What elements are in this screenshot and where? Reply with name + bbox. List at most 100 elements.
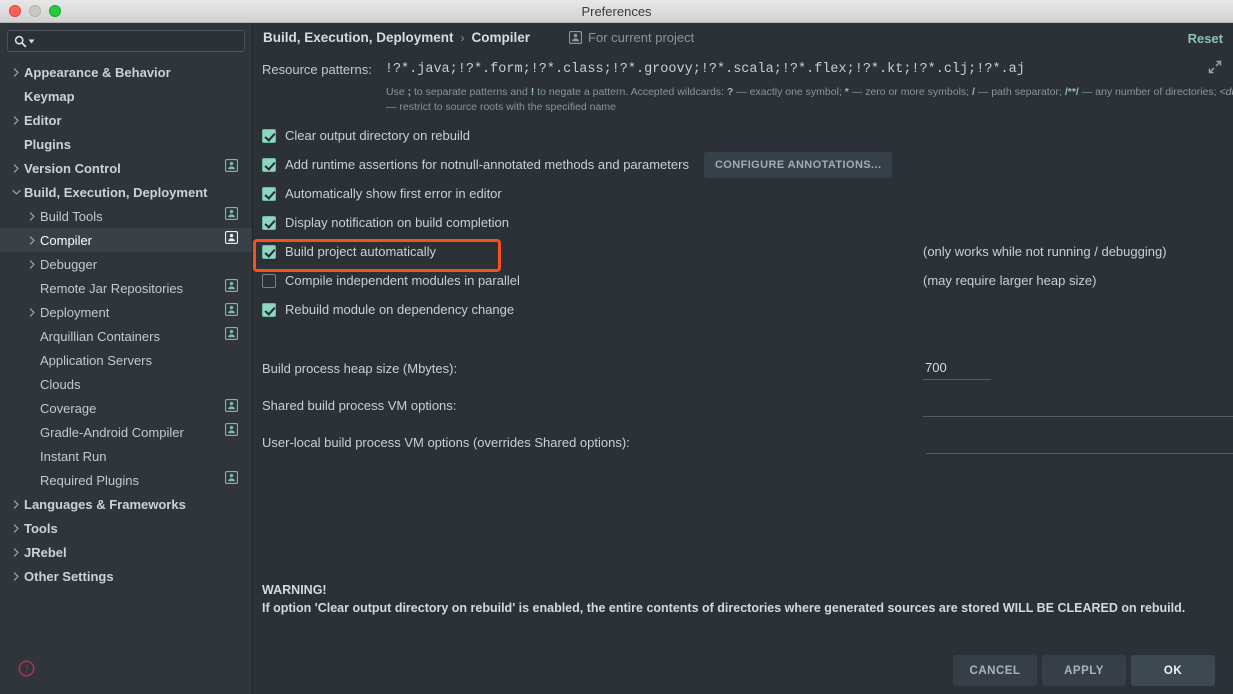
chevron-right-icon[interactable]	[8, 500, 24, 509]
option-label[interactable]: Build project automatically	[285, 244, 436, 259]
breadcrumb-root[interactable]: Build, Execution, Deployment	[263, 30, 454, 45]
chevron-right-icon[interactable]	[24, 236, 40, 245]
sidebar-item-keymap[interactable]: Keymap	[0, 84, 252, 108]
sidebar-item-label: Required Plugins	[40, 473, 139, 488]
hint-dirname-pattern: <dir_name>:<pattern>	[1219, 86, 1233, 98]
project-badge-icon	[225, 159, 238, 177]
sidebar-item-arquillian-containers[interactable]: Arquillian Containers	[0, 324, 252, 348]
hint-seg-3: to negate a pattern. Accepted wildcards:	[534, 86, 727, 98]
option-note: (only works while not running / debuggin…	[923, 244, 1167, 259]
warning-block: WARNING! If option 'Clear output directo…	[262, 581, 1227, 617]
sidebar-item-compiler[interactable]: Compiler	[0, 228, 252, 252]
field-input-user-local-build-process[interactable]	[926, 433, 1233, 450]
settings-tree: Appearance & Behavior Keymap Editor Plugins…	[0, 60, 252, 588]
hint-seg-4: — exactly one symbol;	[733, 86, 844, 98]
sidebar-item-required-plugins[interactable]: Required Plugins	[0, 468, 252, 492]
sidebar-item-plugins[interactable]: Plugins	[0, 132, 252, 156]
option-label[interactable]: Display notification on build completion	[285, 215, 509, 230]
checkbox-display-notification-on-build[interactable]	[262, 216, 276, 230]
sidebar-item-other-settings[interactable]: Other Settings	[0, 564, 252, 588]
sidebar-item-label: Instant Run	[40, 449, 107, 464]
help-circle-icon[interactable]: ?	[18, 660, 35, 682]
cancel-button[interactable]: CANCEL	[953, 655, 1037, 686]
resource-patterns-input[interactable]	[383, 61, 1199, 78]
search-input[interactable]	[39, 33, 238, 49]
sidebar-item-tools[interactable]: Tools	[0, 516, 252, 540]
chevron-right-icon[interactable]	[8, 524, 24, 533]
configure-annotations-button[interactable]: CONFIGURE ANNOTATIONS...	[704, 152, 892, 178]
chevron-down-icon[interactable]	[8, 189, 24, 196]
project-badge-icon	[225, 327, 238, 345]
sidebar-item-label: Deployment	[40, 305, 109, 320]
option-label[interactable]: Rebuild module on dependency change	[285, 302, 514, 317]
sidebar-item-deployment[interactable]: Deployment	[0, 300, 252, 324]
reset-link[interactable]: Reset	[1188, 31, 1223, 46]
hint-double-star: /**/	[1065, 86, 1079, 98]
sidebar-item-jrebel[interactable]: JRebel	[0, 540, 252, 564]
sidebar-item-build-execution-deployment[interactable]: Build, Execution, Deployment	[0, 180, 252, 204]
option-label[interactable]: Clear output directory on rebuild	[285, 128, 470, 143]
field-label: User-local build process VM options (ove…	[262, 435, 630, 450]
sidebar-item-build-tools[interactable]: Build Tools	[0, 204, 252, 228]
project-badge-icon	[569, 31, 582, 44]
hint-seg-5: — zero or more symbols;	[849, 86, 972, 98]
hint-seg-6: — path separator;	[975, 86, 1065, 98]
sidebar-item-version-control[interactable]: Version Control	[0, 156, 252, 180]
sidebar-item-editor[interactable]: Editor	[0, 108, 252, 132]
settings-sidebar: Appearance & Behavior Keymap Editor Plugins…	[0, 23, 253, 694]
sidebar-item-label: Coverage	[40, 401, 96, 416]
resource-patterns-label: Resource patterns:	[262, 62, 372, 77]
settings-main-panel: Build, Execution, Deployment › Compiler …	[253, 23, 1233, 694]
chevron-right-icon[interactable]	[8, 164, 24, 173]
field-input-shared-build-process-vm[interactable]	[923, 396, 1233, 413]
svg-text:?: ?	[24, 664, 29, 675]
sidebar-item-label: Gradle-Android Compiler	[40, 425, 184, 440]
chevron-right-icon[interactable]	[8, 68, 24, 77]
hint-seg-9: — restrict to source roots with the spec…	[386, 101, 616, 113]
project-badge-icon	[225, 303, 238, 321]
chevron-right-icon[interactable]	[8, 116, 24, 125]
sidebar-item-clouds[interactable]: Clouds	[0, 372, 252, 396]
search-box[interactable]	[7, 30, 245, 52]
sidebar-item-label: Arquillian Containers	[40, 329, 160, 344]
sidebar-item-label: Compiler	[40, 233, 92, 248]
chevron-right-icon[interactable]	[8, 572, 24, 581]
apply-button[interactable]: APPLY	[1042, 655, 1126, 686]
warning-body: If option 'Clear output directory on reb…	[262, 599, 1227, 617]
project-badge-icon	[225, 471, 238, 489]
checkbox-add-runtime-assertions-for[interactable]	[262, 158, 276, 172]
warning-title: WARNING!	[262, 581, 1227, 599]
option-label[interactable]: Automatically show first error in editor	[285, 186, 502, 201]
sidebar-item-label: Editor	[24, 113, 62, 128]
field-input-build-process-heap-size[interactable]	[923, 359, 991, 376]
sidebar-item-instant-run[interactable]: Instant Run	[0, 444, 252, 468]
sidebar-item-remote-jar-repositories[interactable]: Remote Jar Repositories	[0, 276, 252, 300]
sidebar-item-languages-frameworks[interactable]: Languages & Frameworks	[0, 492, 252, 516]
checkbox-compile-independent-modules-in[interactable]	[262, 274, 276, 288]
checkbox-clear-output-directory-on[interactable]	[262, 129, 276, 143]
option-label[interactable]: Compile independent modules in parallel	[285, 273, 520, 288]
chevron-right-icon[interactable]	[8, 548, 24, 557]
sidebar-item-coverage[interactable]: Coverage	[0, 396, 252, 420]
option-row-display-notification-on-build: Display notification on build completion	[262, 208, 1233, 237]
chevron-right-icon[interactable]	[24, 308, 40, 317]
chevron-right-icon[interactable]	[24, 260, 40, 269]
project-scope-label: For current project	[588, 30, 694, 45]
sidebar-item-debugger[interactable]: Debugger	[0, 252, 252, 276]
option-label[interactable]: Add runtime assertions for notnull-annot…	[285, 157, 689, 172]
hint-seg-1: Use	[386, 86, 408, 98]
expand-icon[interactable]	[1207, 59, 1223, 80]
field-row-build-process-heap-size: Build process heap size (Mbytes):	[262, 361, 1223, 376]
project-scope: For current project	[569, 30, 694, 45]
sidebar-item-appearance-behavior[interactable]: Appearance & Behavior	[0, 60, 252, 84]
dialog-buttons: CANCEL APPLY OK	[953, 655, 1215, 686]
ok-button[interactable]: OK	[1131, 655, 1215, 686]
checkbox-build-project-automatically[interactable]	[262, 245, 276, 259]
dialog-footer: ? CANCEL APPLY OK	[0, 646, 1233, 694]
sidebar-item-label: Appearance & Behavior	[24, 65, 171, 80]
checkbox-rebuild-module-on-dependency[interactable]	[262, 303, 276, 317]
chevron-right-icon[interactable]	[24, 212, 40, 221]
checkbox-automatically-show-first-error[interactable]	[262, 187, 276, 201]
sidebar-item-application-servers[interactable]: Application Servers	[0, 348, 252, 372]
sidebar-item-gradle-android-compiler[interactable]: Gradle-Android Compiler	[0, 420, 252, 444]
